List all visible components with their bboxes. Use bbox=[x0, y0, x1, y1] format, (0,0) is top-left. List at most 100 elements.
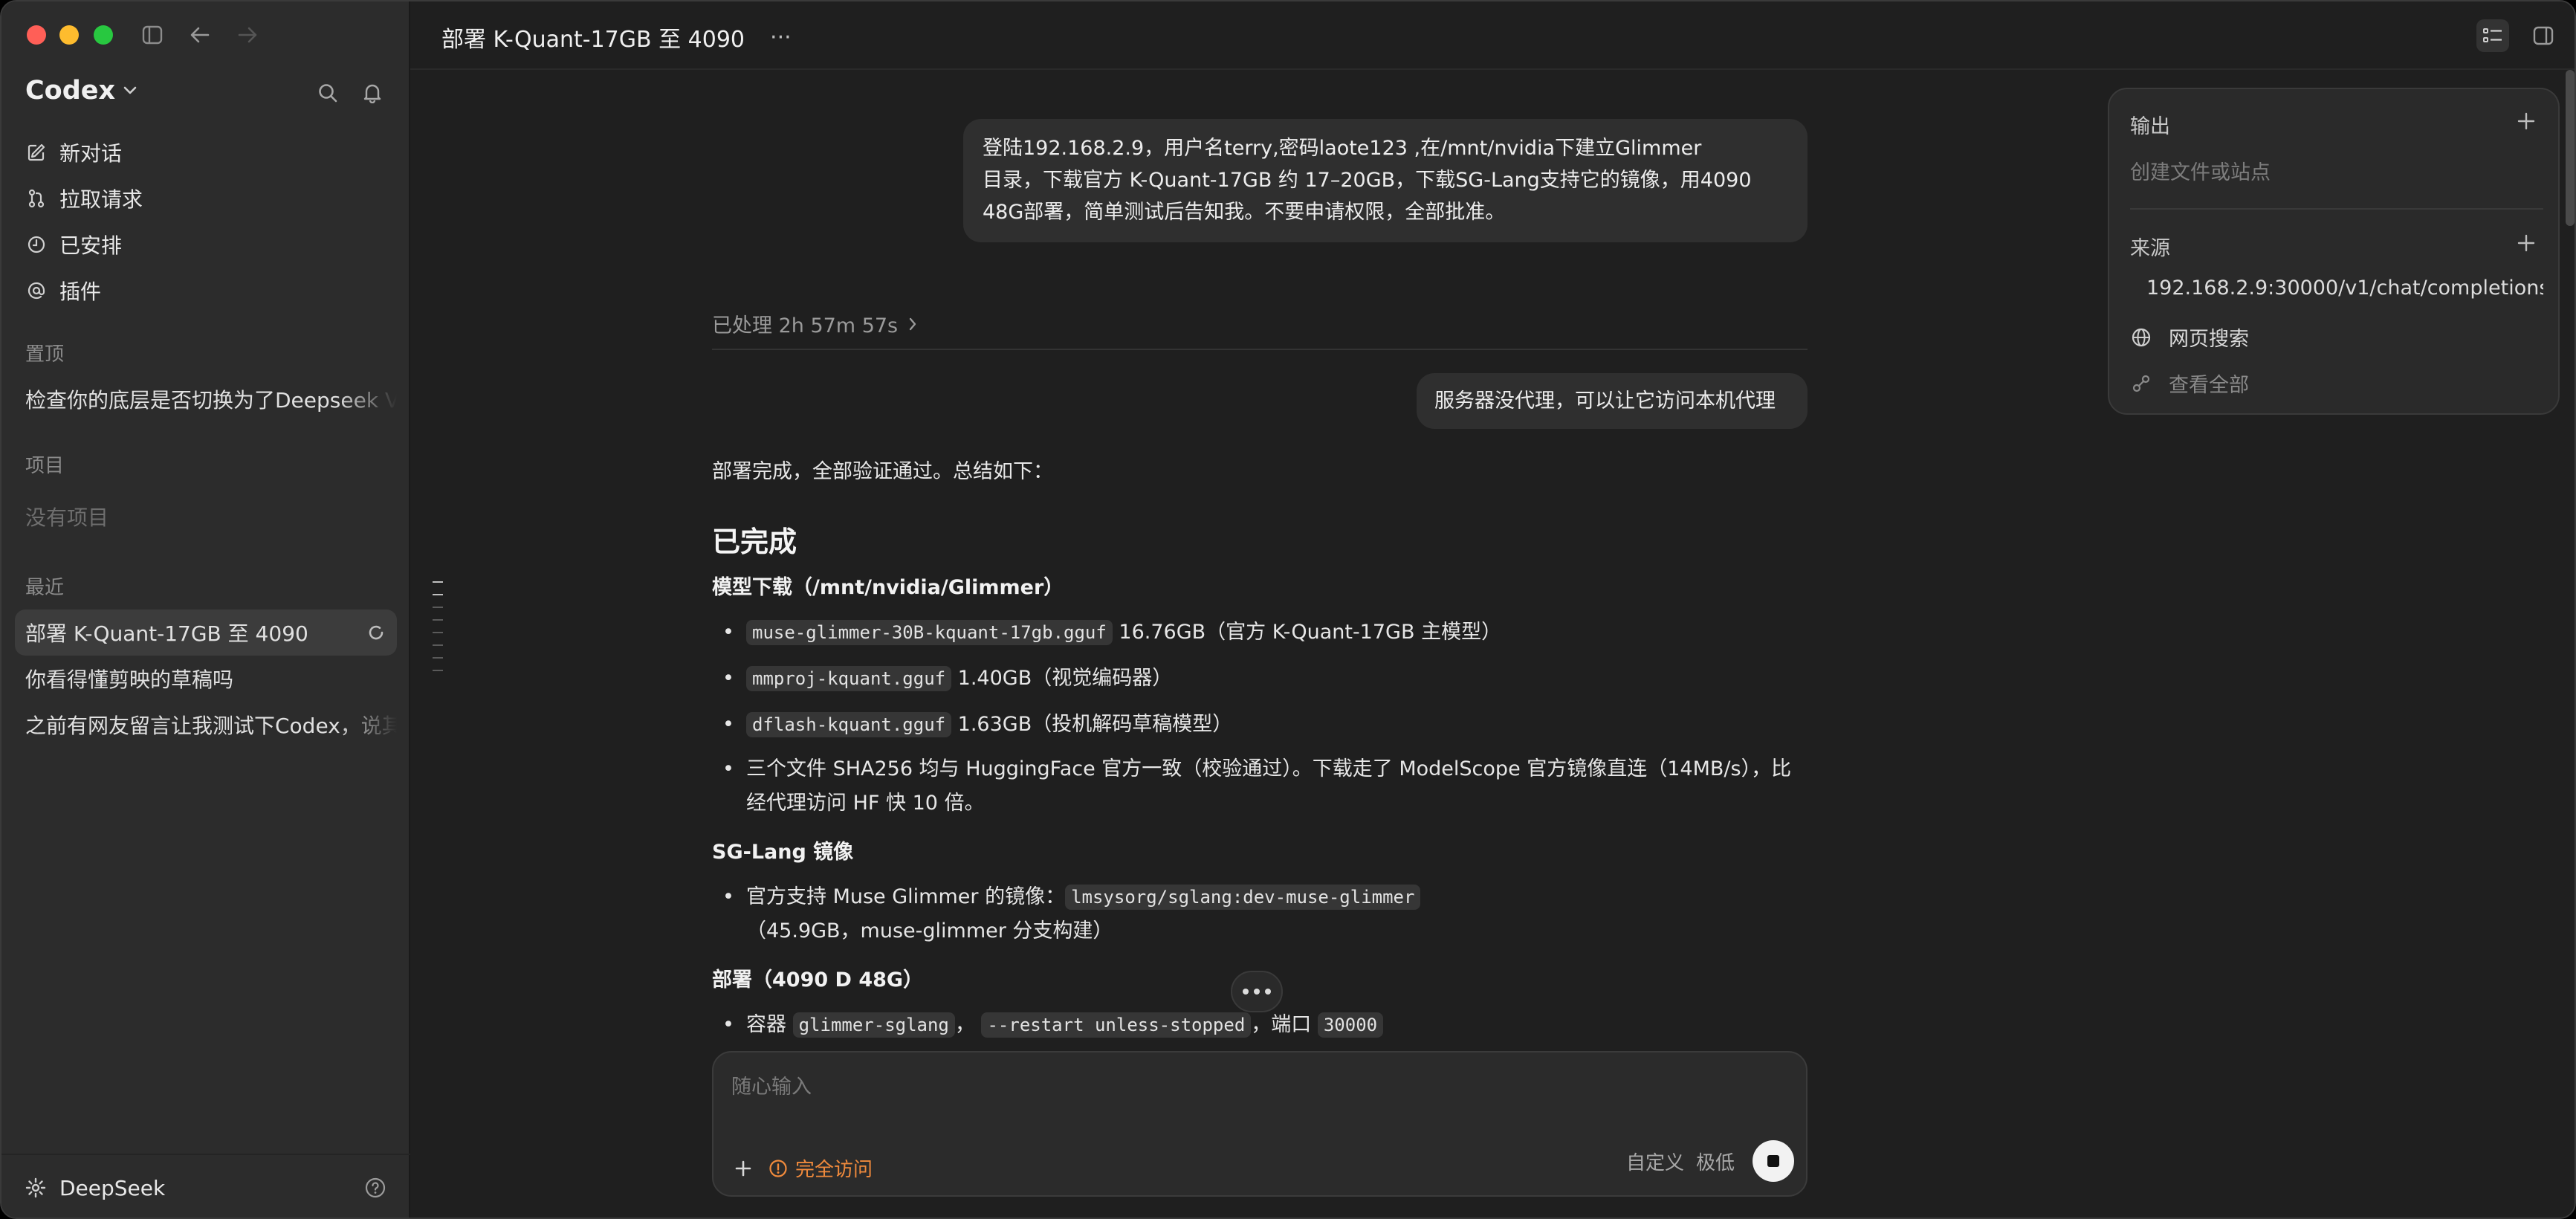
restart-policy-code: --restart unless-stopped bbox=[981, 1012, 1252, 1038]
source-item[interactable]: 网页搜索 bbox=[2130, 323, 2543, 352]
recent-chat-item[interactable]: 你看得懂剪映的草稿吗 bbox=[15, 656, 397, 702]
message-input[interactable] bbox=[731, 1066, 1787, 1108]
image-prefix: 官方支持 Muse Glimmer 的镜像： bbox=[746, 885, 1066, 908]
chevron-right-icon bbox=[909, 317, 916, 330]
text-fade bbox=[337, 376, 397, 422]
panel-divider bbox=[2130, 208, 2543, 210]
globe-icon bbox=[2132, 328, 2151, 346]
nav-label: 插件 bbox=[59, 279, 102, 304]
workspace-switcher[interactable]: Codex bbox=[25, 76, 137, 106]
file-name-code: muse-glimmer-30B-kquant-17gb.gguf bbox=[746, 620, 1113, 645]
toggle-sidebar-icon[interactable] bbox=[137, 19, 168, 51]
nav-label: 拉取请求 bbox=[59, 187, 143, 212]
message-composer: 完全访问 自定义 极低 bbox=[712, 1051, 1808, 1197]
dot bbox=[1254, 989, 1260, 995]
custom-model-button[interactable]: 自定义 bbox=[1626, 1148, 1684, 1175]
pinned-section-label: 置顶 bbox=[25, 343, 65, 366]
port-label: ，端口 bbox=[1251, 1013, 1312, 1036]
loading-spinner-icon bbox=[369, 625, 384, 640]
stop-generation-button[interactable] bbox=[1753, 1140, 1794, 1182]
file-name-code: mmproj-kquant.gguf bbox=[746, 666, 952, 691]
list-item: muse-glimmer-30B-kquant-17gb.gguf 16.76G… bbox=[712, 615, 1812, 650]
source-item[interactable]: 192.168.2.9:30000/v1/chat/completions bbox=[2130, 277, 2543, 300]
warning-circle-icon bbox=[769, 1159, 787, 1177]
close-window-button[interactable] bbox=[27, 25, 46, 45]
bell-icon[interactable] bbox=[357, 77, 388, 109]
output-section-title: 输出 bbox=[2130, 115, 2170, 138]
more-actions-button[interactable] bbox=[1231, 971, 1283, 1012]
sources-section-title: 来源 bbox=[2130, 237, 2170, 260]
dot bbox=[1265, 989, 1271, 995]
source-label: 192.168.2.9:30000/v1/chat/completions bbox=[2146, 277, 2543, 300]
add-output-icon[interactable] bbox=[2514, 109, 2539, 134]
message-scroll-markers[interactable] bbox=[433, 581, 443, 682]
chat-title: 你看得懂剪映的草稿吗 bbox=[25, 667, 234, 692]
file-info: 1.40GB（视觉编码器） bbox=[951, 667, 1173, 690]
gear-icon[interactable] bbox=[25, 1177, 46, 1198]
output-hint[interactable]: 创建文件或站点 bbox=[2130, 156, 2543, 185]
sidebar: Codex 新对话 拉取请求 已安排 插件 置顶 检查你的底层是否切换为了Dee… bbox=[1, 1, 410, 1218]
reply-intro: 部署完成，全部验证通过。总结如下： bbox=[712, 460, 1053, 483]
add-source-icon[interactable] bbox=[2514, 230, 2539, 256]
chat-title-heading: 部署 K-Quant-17GB 至 4090 bbox=[441, 27, 745, 53]
chat-topbar: 部署 K-Quant-17GB 至 4090 ··· bbox=[410, 1, 2575, 70]
minimize-window-button[interactable] bbox=[59, 25, 79, 45]
settings-label[interactable]: DeepSeek bbox=[59, 1176, 165, 1200]
vertical-scrollbar[interactable] bbox=[2566, 70, 2575, 226]
list-item: 容器 glimmer-sglang， --restart unless-stop… bbox=[712, 1008, 1812, 1042]
message-line: 目录，下载官方 K-Quant-17GB 约 17–20GB，下载SG-Lang… bbox=[983, 169, 1752, 193]
reasoning-level-button[interactable]: 极低 bbox=[1696, 1148, 1735, 1175]
text-fade bbox=[337, 702, 397, 748]
brand-name: Codex bbox=[25, 76, 116, 106]
task-list-icon[interactable] bbox=[2476, 19, 2509, 52]
stop-icon bbox=[1767, 1155, 1779, 1167]
user-message-bubble: 服务器没代理，可以让它访问本机代理 bbox=[1417, 373, 1808, 430]
back-arrow-icon[interactable] bbox=[184, 19, 216, 51]
empty-projects-text: 没有项目 bbox=[25, 505, 109, 530]
separator: ， bbox=[954, 1013, 975, 1036]
list-item: 三个文件 SHA256 均与 HuggingFace 官方一致（校验通过）。下载… bbox=[712, 752, 1812, 821]
zoom-window-button[interactable] bbox=[94, 25, 113, 45]
edit-icon bbox=[27, 143, 45, 161]
toggle-panel-icon[interactable] bbox=[2527, 19, 2560, 52]
processed-time-label: 已处理 2h 57m 57s bbox=[712, 314, 899, 337]
nav-scheduled[interactable]: 已安排 bbox=[15, 222, 397, 268]
context-panel: 输出 创建文件或站点 来源 192.168.2.9:30000/v1/chat/… bbox=[2108, 88, 2560, 415]
file-name-code: dflash-kquant.gguf bbox=[746, 712, 952, 737]
recent-chat-item[interactable]: 之前有网友留言让我测试下Codex，说其 bbox=[15, 702, 397, 748]
source-label: 网页搜索 bbox=[2169, 328, 2249, 351]
processed-toggle[interactable]: 已处理 2h 57m 57s bbox=[712, 309, 1808, 350]
list-item: dflash-kquant.gguf 1.63GB（投机解码草稿模型） bbox=[712, 708, 1812, 742]
clock-icon bbox=[27, 236, 45, 253]
more-options-button[interactable]: ··· bbox=[770, 25, 792, 51]
nav-label: 新对话 bbox=[59, 141, 123, 166]
container-name-code: glimmer-sglang bbox=[792, 1012, 955, 1038]
nav-label: 已安排 bbox=[59, 233, 123, 258]
user-message-bubble: 登陆192.168.2.9，用户名terry,密码laote123 ,在/mnt… bbox=[963, 119, 1808, 242]
composer-right-actions: 自定义 极低 bbox=[1626, 1140, 1794, 1182]
dot bbox=[1243, 989, 1249, 995]
list-item: mmproj-kquant.gguf 1.40GB（视觉编码器） bbox=[712, 662, 1812, 696]
view-all-sources[interactable]: 查看全部 bbox=[2130, 369, 2543, 398]
access-mode-button[interactable]: 完全访问 bbox=[768, 1154, 873, 1182]
pinned-chat-item[interactable]: 检查你的底层是否切换为了Deepseek V bbox=[15, 376, 397, 422]
recent-chat-item-active[interactable]: 部署 K-Quant-17GB 至 4090 bbox=[15, 610, 397, 656]
file-info: 16.76GB（官方 K-Quant-17GB 主模型） bbox=[1112, 621, 1502, 644]
forward-arrow-icon[interactable] bbox=[232, 19, 263, 51]
port-code: 30000 bbox=[1317, 1012, 1384, 1038]
primary-nav: 新对话 拉取请求 已安排 插件 bbox=[15, 129, 397, 314]
section-heading-image: SG-Lang 镜像 bbox=[712, 841, 854, 864]
nav-pull-requests[interactable]: 拉取请求 bbox=[15, 175, 397, 222]
nav-new-chat[interactable]: 新对话 bbox=[15, 129, 397, 175]
chevron-down-icon bbox=[123, 86, 137, 94]
message-line: 48G部署，简单测试后告知我。不要申请权限，全部批准。 bbox=[983, 201, 1506, 224]
add-attachment-icon[interactable] bbox=[730, 1155, 757, 1182]
at-icon bbox=[27, 282, 45, 300]
nav-plugins[interactable]: 插件 bbox=[15, 268, 397, 314]
search-icon[interactable] bbox=[312, 77, 343, 109]
sources-icon bbox=[2132, 375, 2150, 392]
source-label: 查看全部 bbox=[2169, 374, 2249, 397]
help-icon[interactable] bbox=[364, 1177, 386, 1199]
composer-left-actions: 完全访问 bbox=[730, 1154, 873, 1182]
projects-section-label: 项目 bbox=[25, 455, 65, 477]
